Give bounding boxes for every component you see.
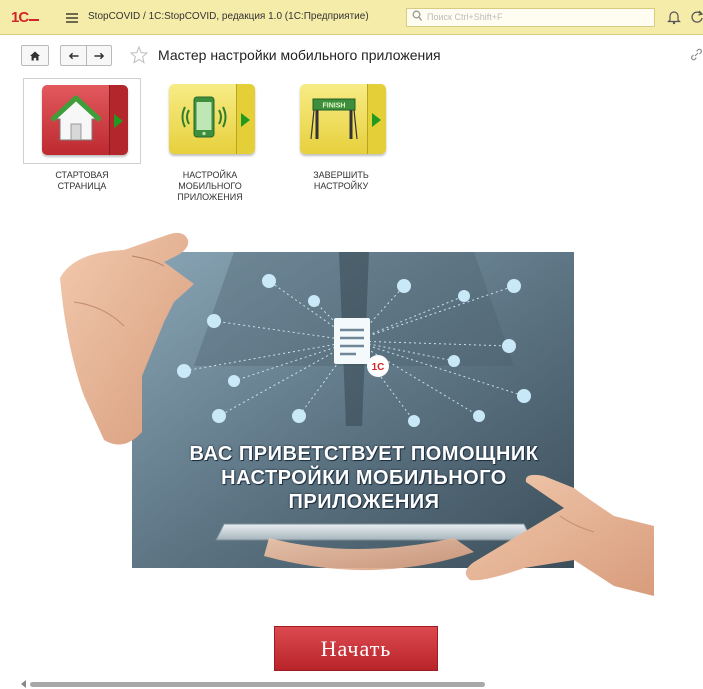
welcome-text: ВАС ПРИВЕТСТВУЕТ ПОМОЩНИК НАСТРОЙКИ МОБИ… xyxy=(189,443,539,513)
home-icon xyxy=(30,50,40,61)
step-start-page-frame xyxy=(23,78,141,164)
welcome-banner: 1С ВАС ПРИВЕТСТВУЕТ ПОМОЩНИК НАСТРОЙКИ М… xyxy=(54,226,654,611)
history-icon[interactable] xyxy=(690,9,703,25)
next-arrow-icon xyxy=(367,84,386,154)
scroll-left-icon[interactable] xyxy=(21,680,26,688)
menu-icon[interactable] xyxy=(66,13,78,23)
title-bar: 1C StopCOVID / 1C:StopCOVID, редакция 1.… xyxy=(0,0,703,35)
back-button[interactable] xyxy=(60,45,86,66)
step-finish-setup-tile[interactable]: FINISH xyxy=(300,84,386,154)
step-mobile-settings[interactable]: НАСТРОЙКА МОБИЛЬНОГО ПРИЛОЖЕНИЯ xyxy=(150,78,270,203)
phone-icon xyxy=(181,96,227,138)
step-mobile-settings-label: НАСТРОЙКА МОБИЛЬНОГО ПРИЛОЖЕНИЯ xyxy=(177,170,243,202)
1c-badge: 1С xyxy=(372,362,385,373)
step-mobile-settings-tile[interactable] xyxy=(169,84,255,154)
step-mobile-settings-frame xyxy=(151,78,269,164)
finish-gate-icon: FINISH xyxy=(310,98,358,140)
page-title: Мастер настройки мобильного приложения xyxy=(158,47,441,63)
search-placeholder: Поиск Ctrl+Shift+F xyxy=(427,12,503,22)
home-button[interactable] xyxy=(21,45,49,66)
step-finish-setup-frame: FINISH xyxy=(282,78,400,164)
scrollbar-thumb[interactable] xyxy=(30,682,485,687)
next-arrow-icon xyxy=(236,84,255,154)
search-input[interactable]: Поиск Ctrl+Shift+F xyxy=(406,8,655,27)
step-start-page-tile[interactable] xyxy=(42,85,128,155)
home-icon xyxy=(50,95,102,141)
search-icon xyxy=(412,10,422,21)
step-start-page-label: СТАРТОВАЯ СТРАНИЦА xyxy=(55,170,109,191)
bell-icon[interactable] xyxy=(667,9,681,25)
arrow-left-icon xyxy=(68,52,79,59)
finish-sign-text: FINISH xyxy=(323,103,346,110)
app-title: StopCOVID / 1C:StopCOVID, редакция 1.0 (… xyxy=(88,11,369,22)
start-button[interactable]: Начать xyxy=(274,626,438,671)
link-icon[interactable] xyxy=(690,48,703,61)
step-finish-setup[interactable]: FINISH ЗАВЕРШИТЬ НАСТРОЙКУ xyxy=(281,78,401,192)
step-start-page[interactable]: СТАРТОВАЯ СТРАНИЦА xyxy=(22,78,142,192)
arrow-right-icon xyxy=(94,52,105,59)
next-arrow-icon xyxy=(109,85,128,155)
step-finish-setup-label: ЗАВЕРШИТЬ НАСТРОЙКУ xyxy=(313,170,369,191)
welcome-illustration: 1С xyxy=(60,232,654,596)
app-logo: 1C xyxy=(11,9,40,26)
forward-button[interactable] xyxy=(86,45,112,66)
favorite-star-icon[interactable] xyxy=(130,45,148,65)
